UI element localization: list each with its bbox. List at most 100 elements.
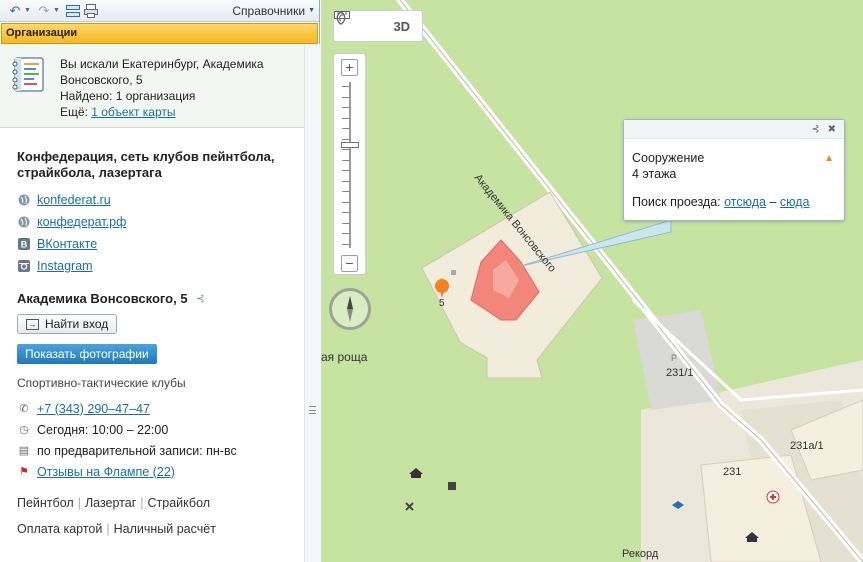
zoom-tick — [342, 107, 350, 108]
print-icon[interactable] — [82, 2, 100, 20]
route-to-link[interactable]: сюда — [780, 195, 810, 209]
show-photos-button[interactable]: Показать фотографии — [17, 344, 157, 364]
directory-menu[interactable]: Справочники ▼ — [232, 4, 315, 18]
zoom-in-button[interactable]: + — [341, 59, 358, 76]
map-dot — [451, 270, 456, 275]
map-objects-link[interactable]: 1 объект карты — [91, 105, 175, 119]
house-icon[interactable] — [409, 468, 423, 478]
warning-icon: ▲ — [824, 153, 834, 164]
marker-head[interactable] — [435, 279, 449, 293]
tag-item: Пейнтбол — [17, 496, 74, 510]
vk-icon: В — [17, 237, 31, 251]
phone-link[interactable]: +7 (343) 290–47–47 — [37, 402, 150, 416]
zoom-tick — [342, 170, 350, 171]
link-site-ru: konfederat.ru — [17, 189, 304, 211]
search-query: Вы искали Екатеринбург, Академика Вонсов… — [60, 57, 264, 87]
popup-body: ▲ Сооружение 4 этажа Поиск проезда: отсю… — [624, 139, 844, 210]
instagram-link[interactable]: Instagram — [37, 259, 93, 273]
directory-menu-label: Справочники — [232, 3, 306, 18]
flamp-icon: ⚑ — [19, 466, 29, 478]
shop-icon[interactable] — [448, 482, 456, 490]
compass-control[interactable] — [329, 288, 371, 330]
phone-row: ✆ +7 (343) 290–47–47 — [17, 398, 304, 419]
building-number: 5 — [439, 298, 445, 309]
vk-link[interactable]: ВКонтакте — [37, 237, 97, 251]
search-text: Вы искали Екатеринбург, Академика Вонсов… — [60, 56, 310, 120]
zoom-tick — [342, 222, 350, 224]
route-from-link[interactable]: отсюда — [724, 195, 766, 209]
tool-icon[interactable] — [405, 502, 414, 511]
route-label: Поиск проезда: — [632, 195, 721, 209]
tag-item: Наличный расчёт — [113, 522, 216, 536]
undo-icon[interactable]: ↶ — [6, 2, 24, 20]
search-also: Ещё: 1 объект карты — [60, 104, 310, 120]
hours-row: ◷ Сегодня: 10:00 – 22:00 — [17, 419, 304, 440]
pin-icon[interactable]: ⊰ — [811, 124, 819, 135]
find-entrance-label: Найти вход — [45, 317, 109, 331]
zoom-tick — [342, 117, 350, 119]
tags-payment: Оплата картой | Наличный расчёт — [17, 522, 216, 536]
label-231-1: 231/1 — [666, 367, 694, 379]
tags-activities: Пейнтбол | Лазертаг | Страйкбол — [17, 496, 211, 510]
zoom-tick — [342, 233, 350, 234]
org-category: Спортивно-тактические клубы — [17, 376, 186, 390]
globe-icon — [17, 193, 31, 207]
parking-label: P — [671, 353, 678, 363]
object-popup: ⊰ ✖ ▲ Сооружение 4 этажа Поиск проезда: … — [623, 119, 845, 221]
zoom-tick — [342, 191, 350, 192]
site-ru-link[interactable]: konfederat.ru — [37, 193, 111, 207]
popup-floors: 4 этажа — [632, 167, 677, 181]
map-tools: 3D — [333, 10, 423, 42]
org-name[interactable]: Конфедерация, сеть клубов пейнтбола, стр… — [17, 149, 297, 181]
tag-item: Оплата картой — [17, 522, 103, 536]
org-links: konfederat.ru конфедерат.рф В ВКонтакте … — [17, 189, 304, 277]
tag-item: Лазертаг — [84, 496, 137, 510]
org-card: Конфедерация, сеть клубов пейнтбола, стр… — [0, 146, 304, 562]
route-dash: – — [769, 195, 777, 209]
schedule-row: ▤ по предварительной записи: пн-вс — [17, 440, 304, 461]
zoom-tick — [342, 180, 350, 182]
redo-icon[interactable]: ↷ — [35, 2, 53, 20]
map-canvas[interactable] — [321, 0, 863, 562]
map-view[interactable]: Академика Вонсовского ая роща 5 231/1 23… — [321, 0, 863, 562]
left-panel: ↶ ▼ ↷ ▼ Справочники ▼ Организации Вы иск… — [0, 0, 320, 562]
panel-splitter[interactable] — [304, 44, 320, 562]
reviews-link[interactable]: Отзывы на Флампе (22) — [37, 465, 175, 479]
zoom-tick — [342, 149, 350, 150]
pin-icon[interactable]: ⊰ — [196, 292, 205, 305]
zoom-slider-thumb[interactable] — [341, 142, 359, 148]
layout-icon[interactable] — [64, 2, 82, 20]
tag-item: Страйкбол — [147, 496, 211, 510]
popup-header: ⊰ ✖ — [624, 120, 844, 139]
phone-icon: ✆ — [19, 403, 29, 415]
zoom-tick — [342, 243, 350, 245]
link-instagram: Instagram — [17, 255, 304, 277]
redo-menu-caret-icon[interactable]: ▼ — [53, 7, 60, 14]
org-address[interactable]: Академика Вонсовского, 5 — [17, 291, 188, 306]
zoom-out-button[interactable]: − — [341, 255, 358, 272]
zoom-tick — [342, 212, 350, 213]
view-3d-button[interactable]: 3D — [393, 19, 410, 34]
org-contacts: ✆ +7 (343) 290–47–47 ◷ Сегодня: 10:00 – … — [17, 398, 304, 482]
site-rf-link[interactable]: конфедерат.рф — [37, 215, 126, 229]
grove-label: ая роща — [321, 350, 368, 364]
grip-icon[interactable] — [309, 406, 316, 414]
zoom-tick — [342, 86, 350, 87]
address-row: Академика Вонсовского, 5 ⊰ — [17, 291, 304, 306]
close-icon[interactable]: ✖ — [828, 124, 836, 135]
instagram-icon — [17, 259, 31, 273]
label-record: Рекорд — [622, 548, 659, 560]
clock-icon: ◷ — [19, 424, 29, 436]
notebook-icon — [12, 57, 44, 92]
chevron-down-icon: ▼ — [308, 7, 315, 14]
undo-menu-caret-icon[interactable]: ▼ — [24, 7, 31, 14]
label-231: 231 — [723, 466, 742, 478]
find-entrance-button[interactable]: → Найти вход — [17, 314, 118, 334]
search-found: Найдено: 1 организация — [60, 89, 196, 103]
zoom-tick — [342, 96, 350, 98]
zoom-control: + − — [333, 53, 366, 275]
zoom-tick — [342, 138, 350, 140]
compass-needle-icon — [347, 296, 353, 322]
svg-text:В: В — [21, 240, 28, 250]
search-summary: Вы искали Екатеринбург, Академика Вонсов… — [0, 44, 319, 128]
